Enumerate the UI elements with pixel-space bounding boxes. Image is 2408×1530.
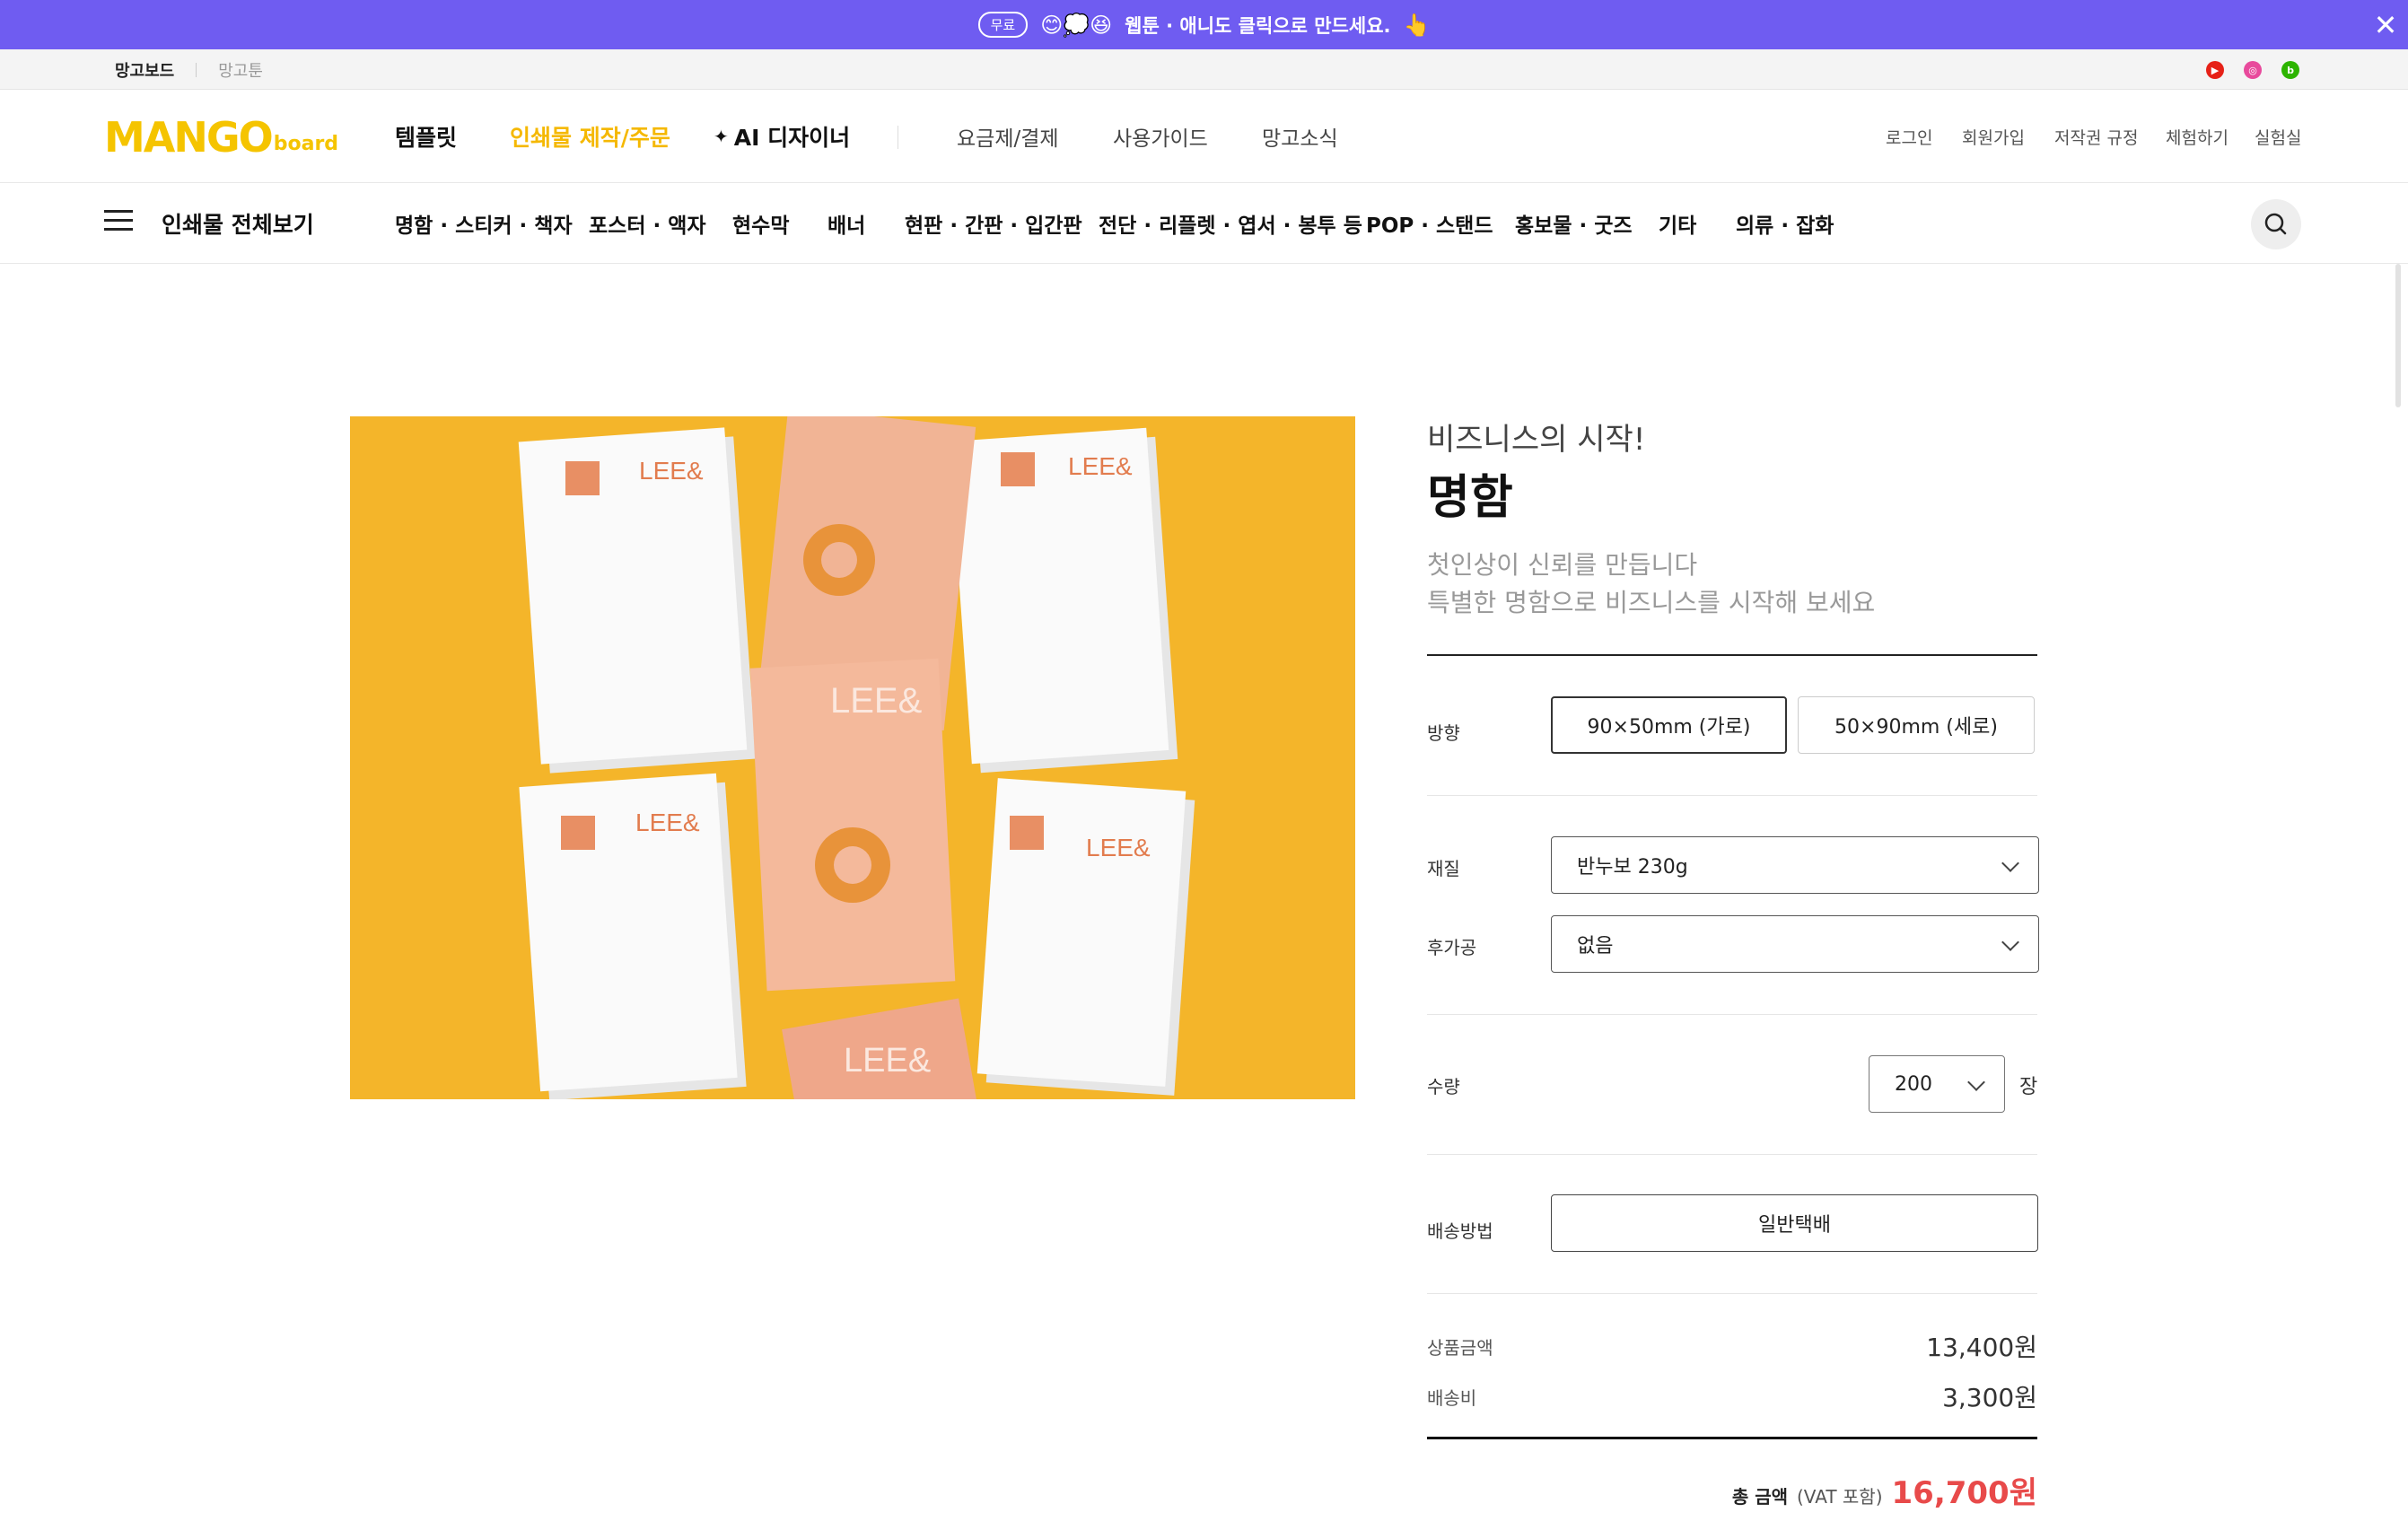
trial-link[interactable]: 체험하기 — [2166, 90, 2228, 183]
card-brand-text: LEE& — [635, 809, 700, 836]
direction-vertical-button[interactable]: 50×90mm (세로) — [1798, 696, 2035, 754]
card-brand-text: LEE& — [639, 457, 704, 485]
quantity-label: 수량 — [1427, 1076, 1460, 1097]
divider — [1427, 1437, 2037, 1439]
category-bar: 인쇄물 전체보기 명함 · 스티커 · 책자 포스터 · 액자 현수막 배너 현… — [0, 183, 2408, 264]
menu-icon[interactable] — [104, 210, 133, 232]
product-price-label: 상품금액 — [1427, 1336, 1493, 1359]
product-title: 명함 — [1427, 471, 1513, 525]
blog-icon[interactable]: b — [2281, 61, 2299, 79]
material-value: 반누보 230g — [1577, 856, 1688, 879]
nav-guide[interactable]: 사용가이드 — [1113, 90, 1208, 183]
category-item[interactable]: 배너 — [827, 183, 865, 264]
sparkle-icon: ✦ — [714, 126, 729, 147]
quantity-unit: 장 — [2019, 1076, 2038, 1098]
total-label: 총 금액 — [1731, 1486, 1788, 1508]
nav-pricing[interactable]: 요금제/결제 — [957, 90, 1059, 183]
emoji-icons: 😊💭😆 — [1040, 12, 1113, 38]
vat-label: (VAT 포함) — [1797, 1486, 1883, 1508]
shipping-fee-label: 배송비 — [1427, 1386, 1477, 1409]
category-item[interactable]: 현판 · 간판 · 입간판 — [905, 183, 1082, 264]
chevron-down-icon — [2001, 854, 2019, 872]
pointer-icon: 👆 — [1403, 12, 1431, 38]
instagram-icon[interactable]: ◎ — [2244, 61, 2262, 79]
close-icon[interactable]: ✕ — [2363, 0, 2408, 49]
quantity-value: 200 — [1895, 1072, 1932, 1096]
utility-bar: 망고보드 망고툰 ▶ ◎ b — [0, 49, 2408, 90]
finishing-select[interactable]: 없음 — [1551, 915, 2039, 973]
divider — [1427, 654, 2037, 656]
product-image: LEE& LEE& LEE& LEE& LEE& LEE& — [350, 416, 1355, 1099]
direction-horizontal-button[interactable]: 90×50mm (가로) — [1551, 696, 1787, 754]
product-desc-line2: 특별한 명함으로 비즈니스를 시작해 보세요 — [1427, 588, 1876, 617]
card-brand-text: LEE& — [1086, 834, 1151, 861]
shipping-method-button[interactable]: 일반택배 — [1551, 1194, 2038, 1252]
category-item[interactable]: 홍보물 · 굿즈 — [1515, 183, 1633, 264]
logo-main: MANGO — [104, 113, 274, 162]
main-header: MANGO board 템플릿 인쇄물 제작/주문 ✦ AI 디자이너 요금제/… — [0, 90, 2408, 183]
material-label: 재질 — [1427, 858, 1460, 879]
nav-ai-designer[interactable]: ✦ AI 디자이너 — [714, 90, 850, 183]
card-brand-text: LEE& — [844, 1042, 931, 1080]
search-button[interactable] — [2251, 199, 2301, 249]
category-item[interactable]: 명함 · 스티커 · 책자 — [395, 183, 573, 264]
product-subtitle: 비즈니스의 시작! — [1427, 422, 1646, 458]
category-item[interactable]: 현수막 — [732, 183, 789, 264]
quantity-select[interactable]: 200 — [1869, 1055, 2005, 1113]
divider — [1427, 1293, 2037, 1294]
free-badge: 무료 — [977, 12, 1029, 38]
nav-templates[interactable]: 템플릿 — [395, 90, 457, 183]
chevron-down-icon — [2001, 933, 2019, 951]
total-value: 16,700원 — [1891, 1475, 2037, 1511]
finishing-value: 없음 — [1577, 935, 1614, 957]
product-price-value: 13,400원 — [1926, 1333, 2037, 1362]
category-item[interactable]: 포스터 · 액자 — [589, 183, 706, 264]
product-price-row: 상품금액 13,400원 — [1427, 1328, 2037, 1364]
nav-news[interactable]: 망고소식 — [1262, 90, 1338, 183]
divider — [1427, 1014, 2037, 1015]
finishing-label: 후가공 — [1427, 937, 1477, 958]
lab-link[interactable]: 실험실 — [2255, 90, 2301, 183]
category-item[interactable]: 의류 · 잡화 — [1736, 183, 1834, 264]
card-brand-text: LEE& — [830, 681, 923, 721]
category-item[interactable]: POP · 스탠드 — [1366, 183, 1493, 264]
util-link-mangoboard[interactable]: 망고보드 — [115, 58, 174, 82]
material-select[interactable]: 반누보 230g — [1551, 836, 2039, 894]
category-all[interactable]: 인쇄물 전체보기 — [162, 183, 314, 264]
youtube-icon[interactable]: ▶ — [2206, 61, 2224, 79]
logo[interactable]: MANGO board — [104, 115, 338, 158]
util-link-mangotoon[interactable]: 망고툰 — [218, 58, 263, 82]
promo-banner[interactable]: 무료 😊💭😆 웹툰 · 애니도 클릭으로 만드세요. 👆 ✕ — [0, 0, 2408, 49]
search-icon — [2264, 213, 2287, 235]
copyright-link[interactable]: 저작권 규정 — [2054, 90, 2138, 183]
chevron-down-icon — [1967, 1073, 1985, 1091]
divider — [1427, 1154, 2037, 1155]
login-link[interactable]: 로그인 — [1886, 90, 1932, 183]
nav-print-order[interactable]: 인쇄물 제작/주문 — [510, 90, 670, 183]
product-desc-line1: 첫인상이 신뢰를 만듭니다 — [1427, 550, 1698, 580]
scrollbar[interactable] — [2395, 264, 2401, 407]
shipping-label: 배송방법 — [1427, 1220, 1493, 1242]
business-cards-photo: LEE& LEE& LEE& LEE& LEE& LEE& — [350, 416, 1355, 1099]
shipping-fee-value: 3,300원 — [1942, 1383, 2037, 1412]
divider — [1427, 795, 2037, 796]
signup-link[interactable]: 회원가입 — [1962, 90, 2025, 183]
logo-sub: board — [273, 133, 339, 155]
card-brand-text: LEE& — [1068, 452, 1133, 480]
nav-ai-designer-label: AI 디자이너 — [733, 125, 851, 151]
direction-label: 방향 — [1427, 722, 1460, 744]
divider — [196, 62, 197, 77]
category-item[interactable]: 전단 · 리플렛 · 엽서 · 봉투 등 — [1099, 183, 1362, 264]
shipping-fee-row: 배송비 3,300원 — [1427, 1378, 2037, 1414]
total-price-row: 총 금액 (VAT 포함) 16,700원 — [1732, 1468, 2037, 1512]
promo-text: 웹툰 · 애니도 클릭으로 만드세요. — [1125, 14, 1391, 37]
category-item[interactable]: 기타 — [1659, 183, 1696, 264]
